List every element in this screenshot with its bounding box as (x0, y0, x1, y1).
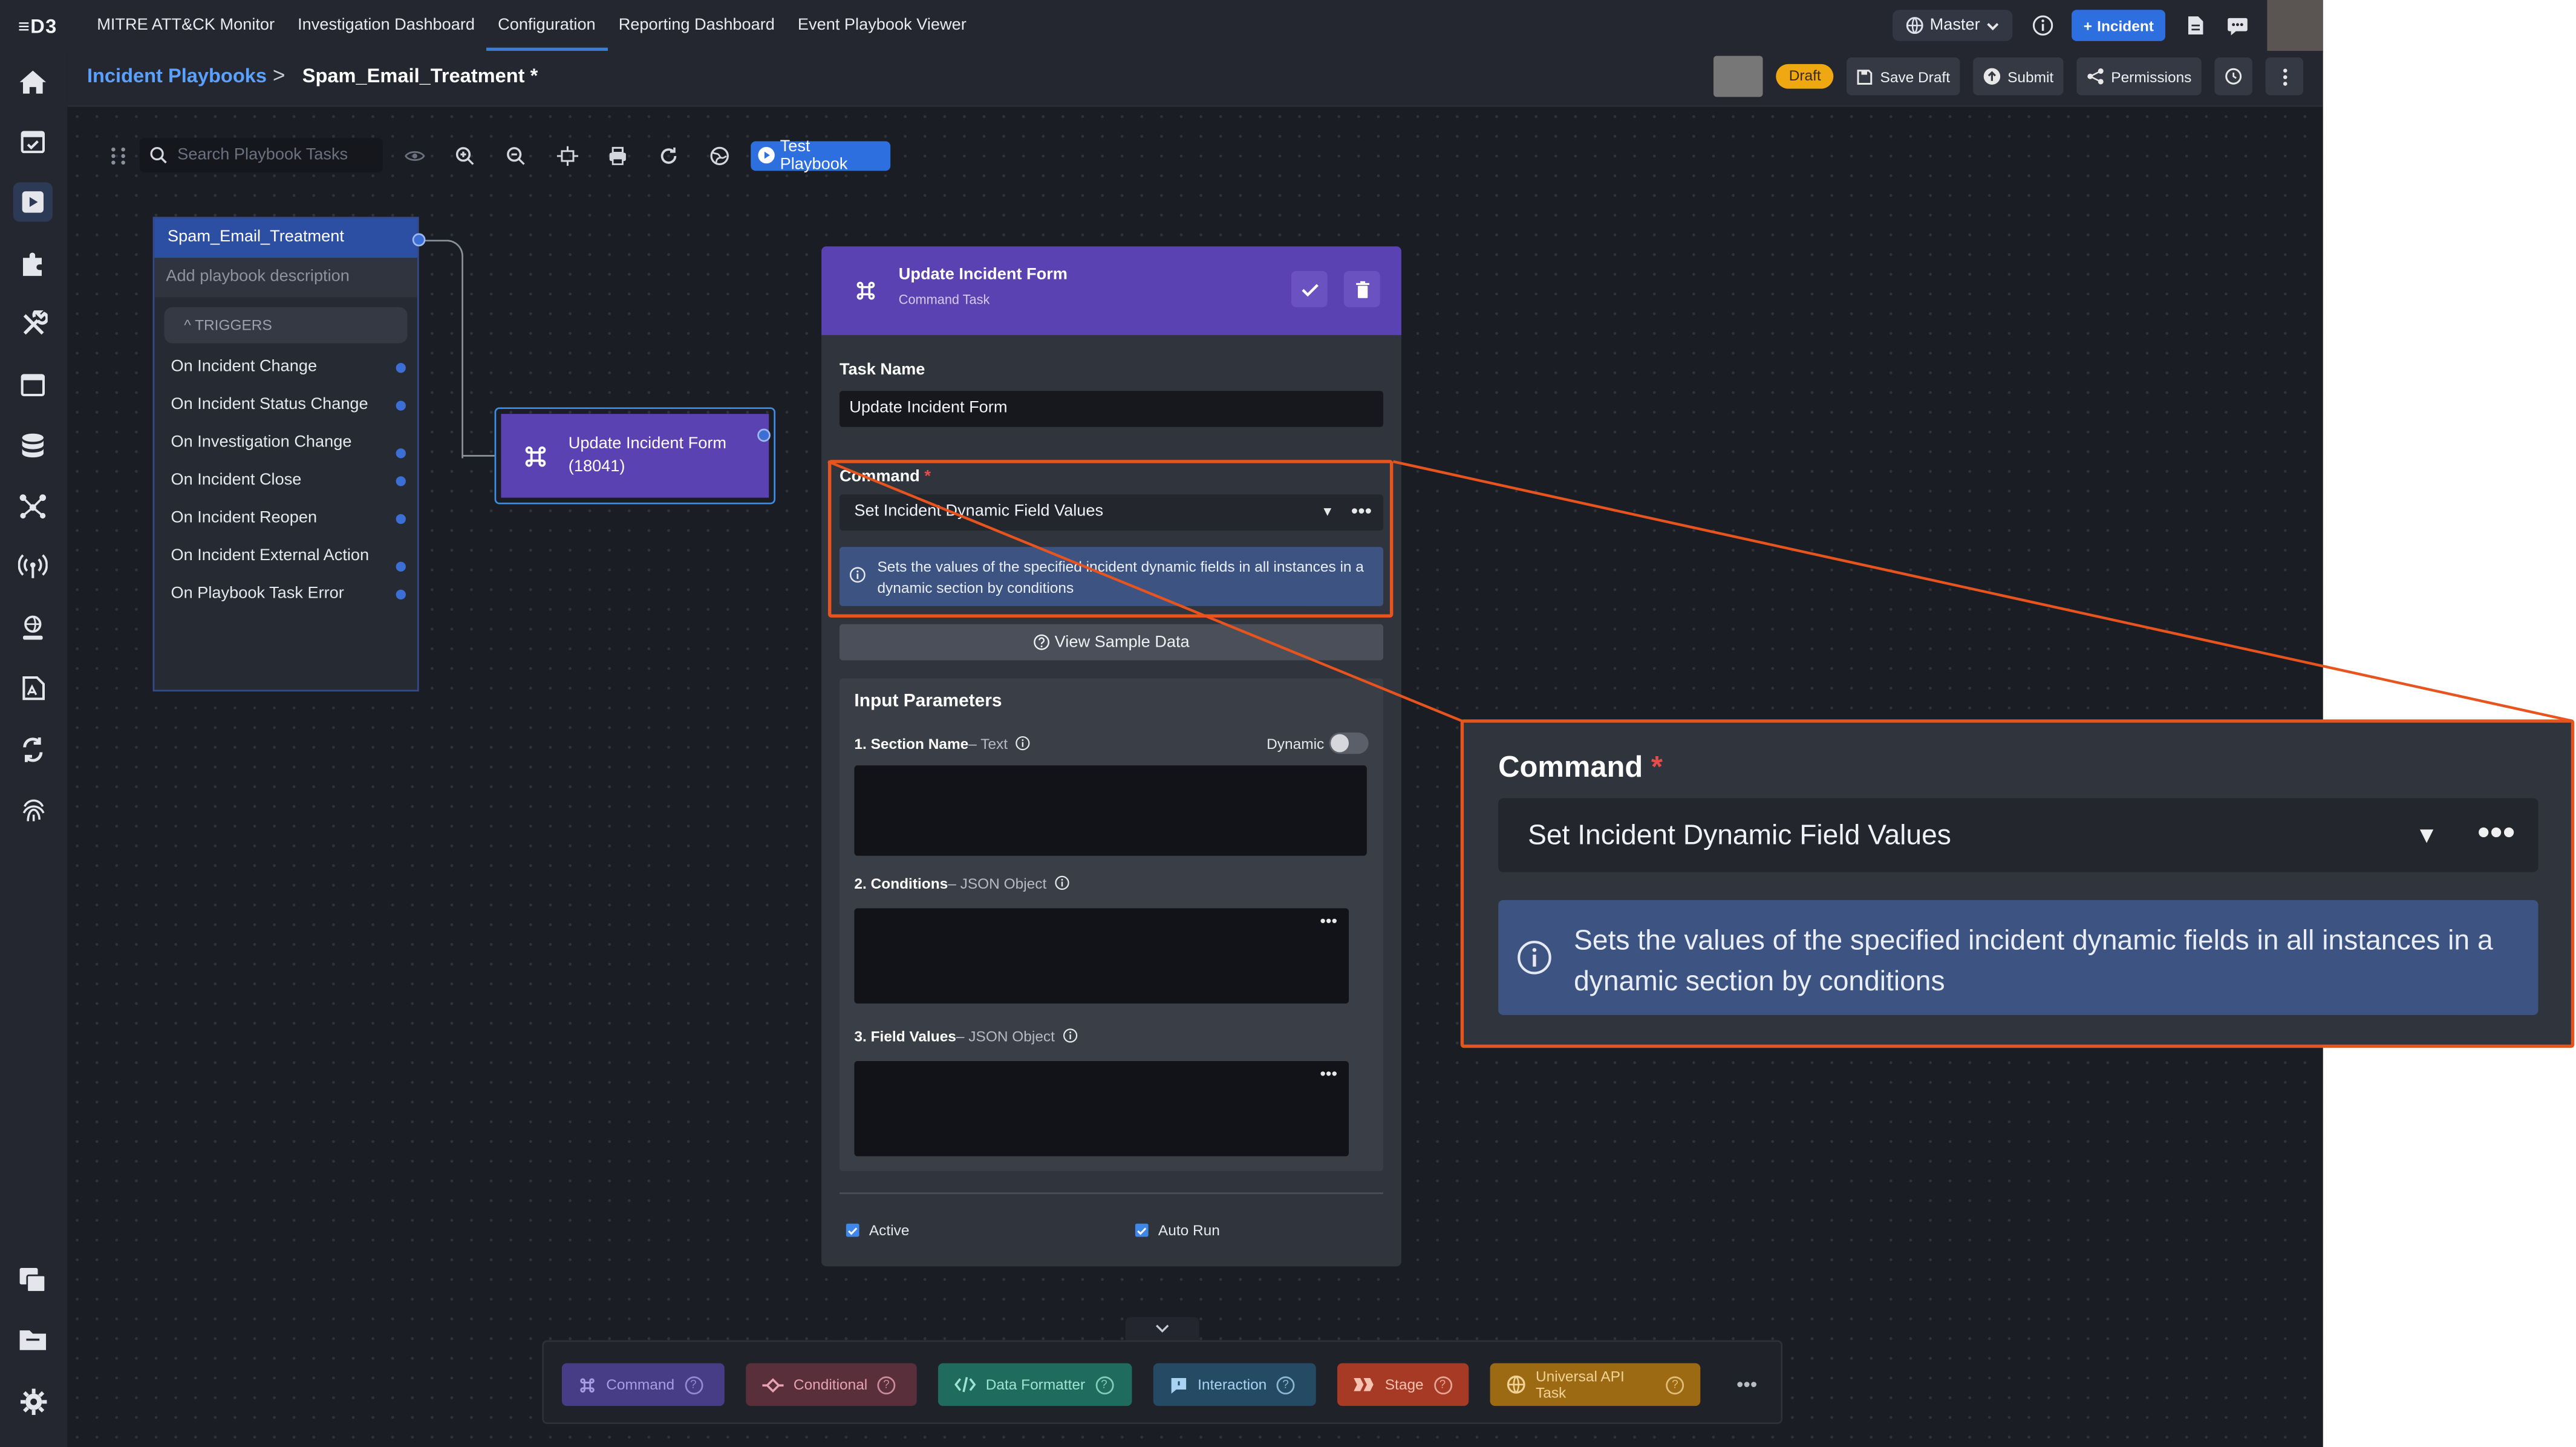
zoomed-command-callout: Command * Set Incident Dynamic Field Val… (1460, 719, 2575, 1048)
info-icon (1518, 941, 1551, 975)
zoom-command-label: Command * (1498, 751, 1663, 785)
zoom-command-select[interactable]: Set Incident Dynamic Field Values ▼ ••• (1498, 798, 2539, 872)
zoom-command-description: Sets the values of the specified inciden… (1498, 900, 2539, 1015)
caret-down-icon[interactable]: ▼ (2415, 799, 2438, 872)
zoom-required-mark: * (1651, 750, 1663, 784)
zoom-command-value: Set Incident Dynamic Field Values (1528, 819, 1951, 851)
more-horizontal-icon[interactable]: ••• (2477, 795, 2516, 869)
screenshot-stage: ≡D3 MITRE ATT&CK Monitor Investigation D… (0, 0, 2576, 1447)
zoom-command-label-text: Command (1498, 750, 1643, 784)
zoom-description-text: Sets the values of the specified inciden… (1574, 924, 2493, 998)
